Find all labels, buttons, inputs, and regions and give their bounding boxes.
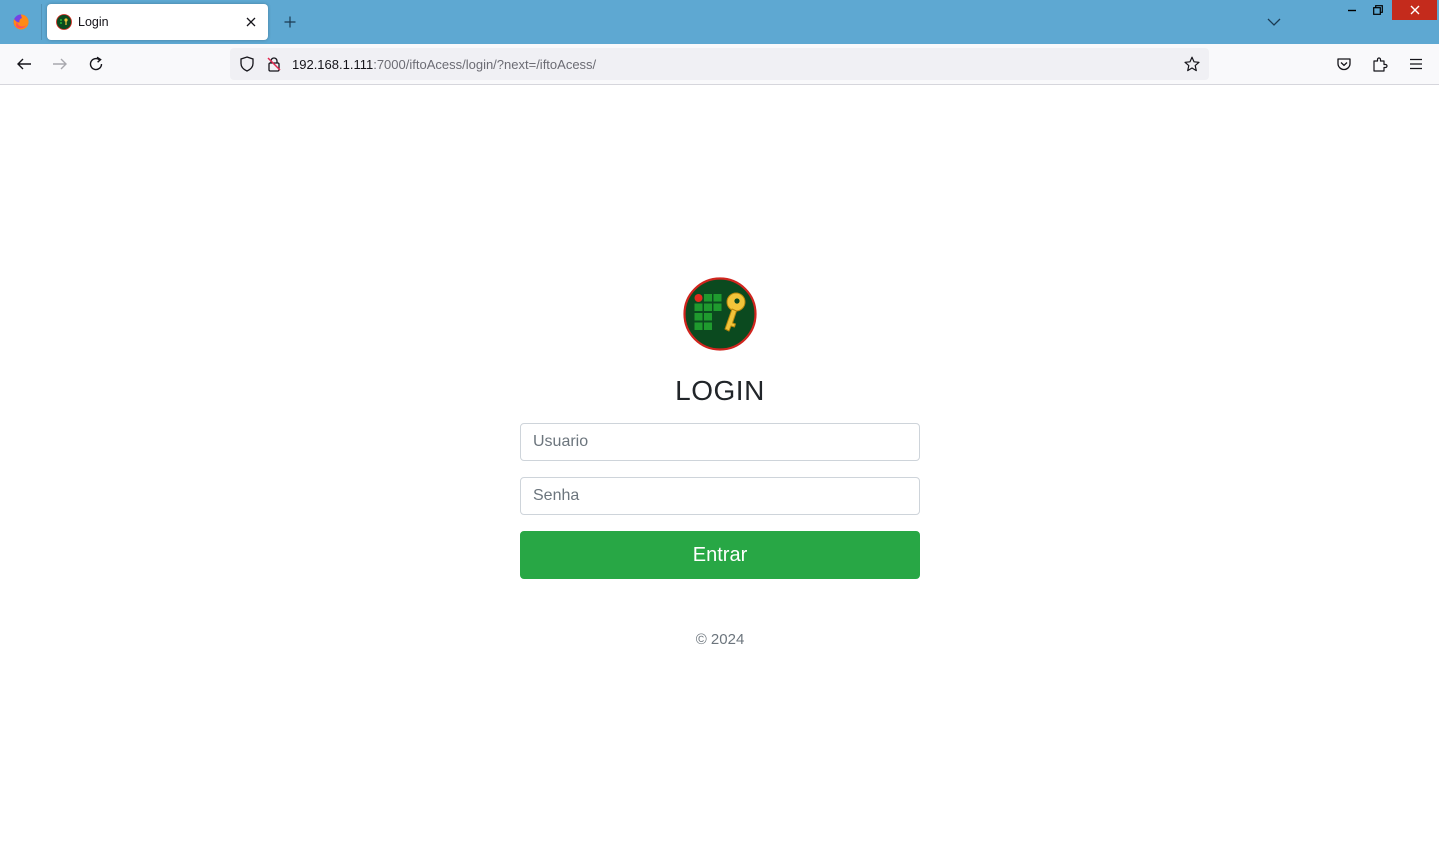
reload-icon [89,56,103,71]
navigation-toolbar: 192.168.1.111:7000/iftoAcess/login/?next… [0,44,1439,85]
minimize-icon [1348,9,1356,12]
ifto-access-logo [683,277,757,351]
url-host: 192.168.1.111 [292,56,374,72]
back-button[interactable] [10,50,38,78]
connection-insecure-button[interactable] [265,55,283,73]
firefox-menu-button[interactable] [0,0,42,44]
hamburger-menu-icon [1410,58,1422,70]
chevron-down-icon [1267,18,1281,26]
footer-copyright: © 2024 [695,631,745,648]
arrow-right-icon [53,58,67,70]
tab-strip: Login [0,0,1439,44]
restore-icon [1373,5,1383,15]
app-menu-button[interactable] [1402,50,1430,78]
extensions-button[interactable] [1366,50,1394,78]
bookmark-star-button[interactable] [1182,54,1202,74]
username-input[interactable] [520,423,920,461]
window-restore-button[interactable] [1366,0,1390,20]
tab-login[interactable]: Login [47,4,268,40]
arrow-left-icon [17,58,31,70]
star-icon [1184,56,1200,72]
shield-icon [240,56,254,72]
forward-button[interactable] [46,50,74,78]
close-icon [1410,5,1419,15]
tab-close-button[interactable] [239,10,263,34]
site-favicon-icon [56,14,72,30]
plus-icon [284,16,296,28]
pocket-button[interactable] [1330,50,1358,78]
new-tab-button[interactable] [278,10,302,34]
url-text[interactable]: 192.168.1.111:7000/iftoAcess/login/?next… [292,57,596,72]
puzzle-piece-icon [1373,57,1388,72]
password-input[interactable] [520,477,920,515]
reload-button[interactable] [82,50,110,78]
window-minimize-button[interactable] [1340,0,1364,20]
login-button[interactable]: Entrar [520,531,920,579]
list-all-tabs-button[interactable] [1262,10,1286,34]
tab-title: Login [78,15,109,29]
page-content: LOGIN Entrar © 2024 [0,86,1439,860]
pocket-icon [1337,58,1351,71]
url-bar[interactable]: 192.168.1.111:7000/iftoAcess/login/?next… [230,48,1209,80]
insecure-lock-icon [267,57,281,72]
url-path: :7000/iftoAcess/login/?next=/iftoAcess/ [373,56,597,72]
tracking-protection-button[interactable] [238,55,256,73]
page-title: LOGIN [675,375,765,406]
close-icon [246,17,256,27]
firefox-logo-icon [13,14,29,30]
window-close-button[interactable] [1392,0,1437,20]
